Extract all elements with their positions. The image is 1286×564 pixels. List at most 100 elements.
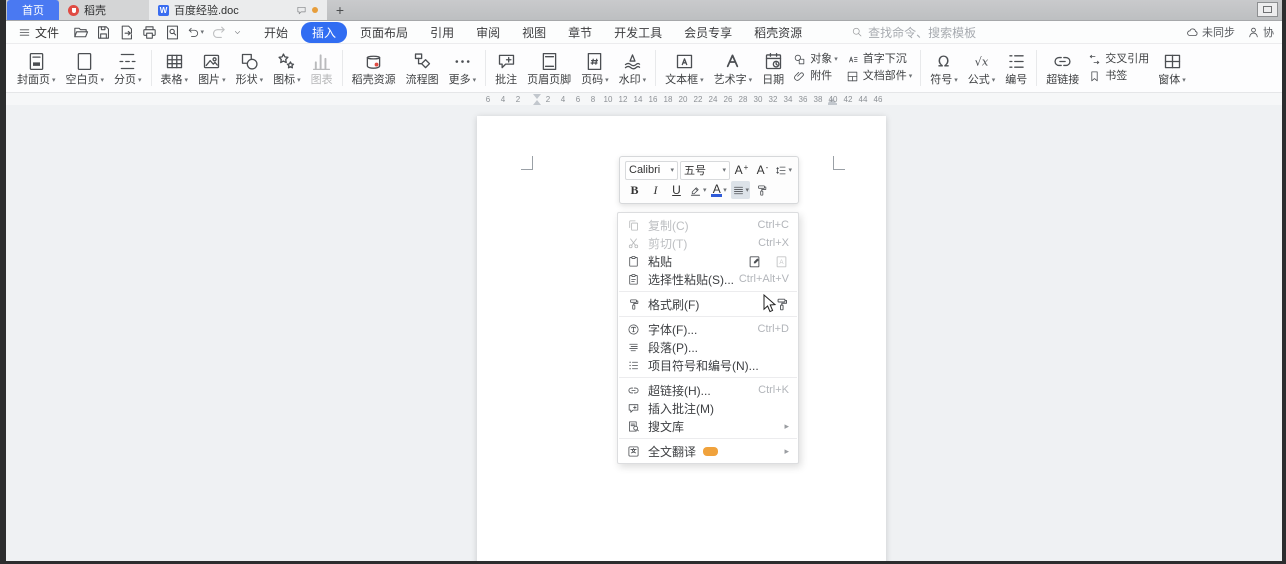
font-item[interactable]: 字体(F)...Ctrl+D <box>618 320 798 338</box>
underline-button[interactable]: U <box>667 181 686 199</box>
cross-reference-button[interactable]: 交叉引用 <box>1088 53 1149 66</box>
formula-button[interactable]: √x公式▾ <box>963 51 1001 86</box>
more-button[interactable]: 更多▾ <box>444 51 482 86</box>
font-size-select[interactable]: 五号 ▾ <box>680 161 730 180</box>
new-tab-button[interactable]: + <box>327 0 353 20</box>
save-button[interactable] <box>94 23 113 42</box>
print-preview-button[interactable] <box>163 23 182 42</box>
command-search[interactable]: 查找命令、搜索模板 <box>851 24 976 41</box>
paste-keep-format-icon[interactable] <box>747 254 762 269</box>
icons-button[interactable]: 图标▾ <box>268 51 306 86</box>
translate-item[interactable]: 全文翻译▸ <box>618 442 798 460</box>
output-button[interactable] <box>117 23 136 42</box>
watermark-button[interactable]: 水印▾ <box>614 51 652 86</box>
collaborate-button[interactable]: 协 <box>1247 24 1274 40</box>
ribbon-stack: 对象▾ 附件 <box>789 53 842 83</box>
decrease-font-button[interactable]: A- <box>753 161 772 179</box>
paste-text-only-icon[interactable]: A <box>774 254 789 269</box>
ribbon-tab-8[interactable]: 会员专享 <box>675 22 741 43</box>
chevron-down-icon: ▾ <box>101 77 105 84</box>
highlight-button[interactable]: ▾ <box>688 181 708 199</box>
file-menu[interactable]: 文件 <box>14 24 63 41</box>
date-button[interactable]: 日期 <box>757 51 789 86</box>
shortcut-label: Ctrl+C <box>758 219 789 231</box>
ribbon-tab-7[interactable]: 开发工具 <box>605 22 671 43</box>
window-restore-button[interactable] <box>1257 2 1278 17</box>
search-wenku-item[interactable]: 搜文库▸ <box>618 417 798 435</box>
submenu-arrow-icon: ▸ <box>784 446 789 457</box>
insert-comment-item[interactable]: 插入批注(M) <box>618 399 798 417</box>
symbol-button[interactable]: Ω符号▾ <box>925 51 963 86</box>
open-file-button[interactable] <box>71 23 90 42</box>
ribbon-tab-2[interactable]: 页面布局 <box>351 22 417 43</box>
qat-more-button[interactable] <box>232 27 243 38</box>
format-painter-icon <box>755 184 768 197</box>
paragraph-item[interactable]: 段落(P)... <box>618 338 798 356</box>
tab-home[interactable]: 首页 <box>7 0 59 20</box>
align-button[interactable]: ▾ <box>731 181 751 199</box>
picture-button[interactable]: 图片▾ <box>193 51 231 86</box>
table-button[interactable]: 表格▾ <box>156 51 194 86</box>
ribbon-stack: 交叉引用书签 <box>1084 53 1153 83</box>
ribbon-tab-1[interactable]: 插入 <box>301 22 347 43</box>
ribbon-separator <box>1036 50 1037 86</box>
docer-resources-button[interactable]: 稻壳资源 <box>347 51 401 86</box>
docer-icon <box>363 51 384 72</box>
bookmark-button[interactable]: 书签 <box>1088 70 1149 83</box>
sync-status[interactable]: 未同步 <box>1186 24 1235 40</box>
bullets-numbering-item[interactable]: 项目符号和编号(N)... <box>618 356 798 374</box>
header-footer-button[interactable]: 页眉页脚 <box>522 51 576 86</box>
drop-cap-button[interactable]: 首字下沉 <box>846 53 913 66</box>
more-icon <box>452 51 473 72</box>
margin-mark-right <box>833 156 845 170</box>
text-box-button[interactable]: 文本框▾ <box>660 51 709 86</box>
chevron-down-icon: ▾ <box>297 77 301 84</box>
font-name-select[interactable]: Calibri ▾ <box>625 161 678 180</box>
page-number-button[interactable]: 页码▾ <box>576 51 614 86</box>
paste-special-item[interactable]: 选择性粘贴(S)...Ctrl+Alt+V <box>618 270 798 288</box>
form-icon <box>1162 51 1183 72</box>
hyperlink-button[interactable]: 超链接 <box>1041 51 1084 86</box>
menu-bar: 文件 ▾ 开始插入页面布局引用审阅视图章节开发工具会员专享稻壳资源 查找命令、搜… <box>6 21 1282 44</box>
align-icon <box>732 184 745 197</box>
tab-document[interactable]: W 百度经验.doc <box>149 0 327 20</box>
ribbon-separator <box>485 50 486 86</box>
print-button[interactable] <box>140 23 159 42</box>
shapes-button[interactable]: 形状▾ <box>231 51 269 86</box>
ribbon-tab-6[interactable]: 章节 <box>559 22 601 43</box>
document-parts-button[interactable]: 文档部件▾ <box>846 70 913 83</box>
font-color-button[interactable]: A▾ <box>710 181 729 199</box>
chart-button: 图表 <box>306 51 338 86</box>
dropcap-icon <box>846 53 859 66</box>
context-menu: 复制(C)Ctrl+C剪切(T)Ctrl+X粘贴A选择性粘贴(S)...Ctrl… <box>617 212 799 464</box>
tab-docer[interactable]: 稻壳 <box>59 0 149 20</box>
ribbon-tab-4[interactable]: 审阅 <box>467 22 509 43</box>
ribbon-tab-5[interactable]: 视图 <box>513 22 555 43</box>
ribbon-tab-0[interactable]: 开始 <box>255 22 297 43</box>
increase-font-button[interactable]: A+ <box>732 161 751 179</box>
cover-page-button[interactable]: 封面页▾ <box>12 51 61 86</box>
person-icon <box>1247 26 1260 39</box>
attachment-button[interactable]: 附件 <box>793 70 838 83</box>
paste-item[interactable]: 粘贴A <box>618 252 798 270</box>
format-painter-button[interactable] <box>752 181 771 199</box>
bold-button[interactable]: B <box>625 181 644 199</box>
shortcut-label: Ctrl+D <box>758 323 789 335</box>
textbox-icon <box>674 51 695 72</box>
form-button[interactable]: 窗体▾ <box>1153 51 1191 86</box>
fontT-icon <box>627 323 640 336</box>
italic-button[interactable]: I <box>646 181 665 199</box>
comment-button[interactable]: 批注 <box>490 51 522 86</box>
page-break-button[interactable]: 分页▾ <box>109 51 147 86</box>
wordart-button[interactable]: 艺术字▾ <box>709 51 758 86</box>
object-button[interactable]: 对象▾ <box>793 53 838 66</box>
hyperlink-item[interactable]: 超链接(H)...Ctrl+K <box>618 381 798 399</box>
blank-page-button[interactable]: 空白页▾ <box>61 51 110 86</box>
ribbon-tab-9[interactable]: 稻壳资源 <box>745 22 811 43</box>
undo-button[interactable]: ▾ <box>186 23 205 42</box>
numbering-button[interactable]: 编号 <box>1000 51 1032 86</box>
highlighter-icon <box>689 184 702 197</box>
ribbon-tab-3[interactable]: 引用 <box>421 22 463 43</box>
flowchart-button[interactable]: 流程图 <box>401 51 444 86</box>
line-spacing-button[interactable]: ▾ <box>774 161 793 179</box>
